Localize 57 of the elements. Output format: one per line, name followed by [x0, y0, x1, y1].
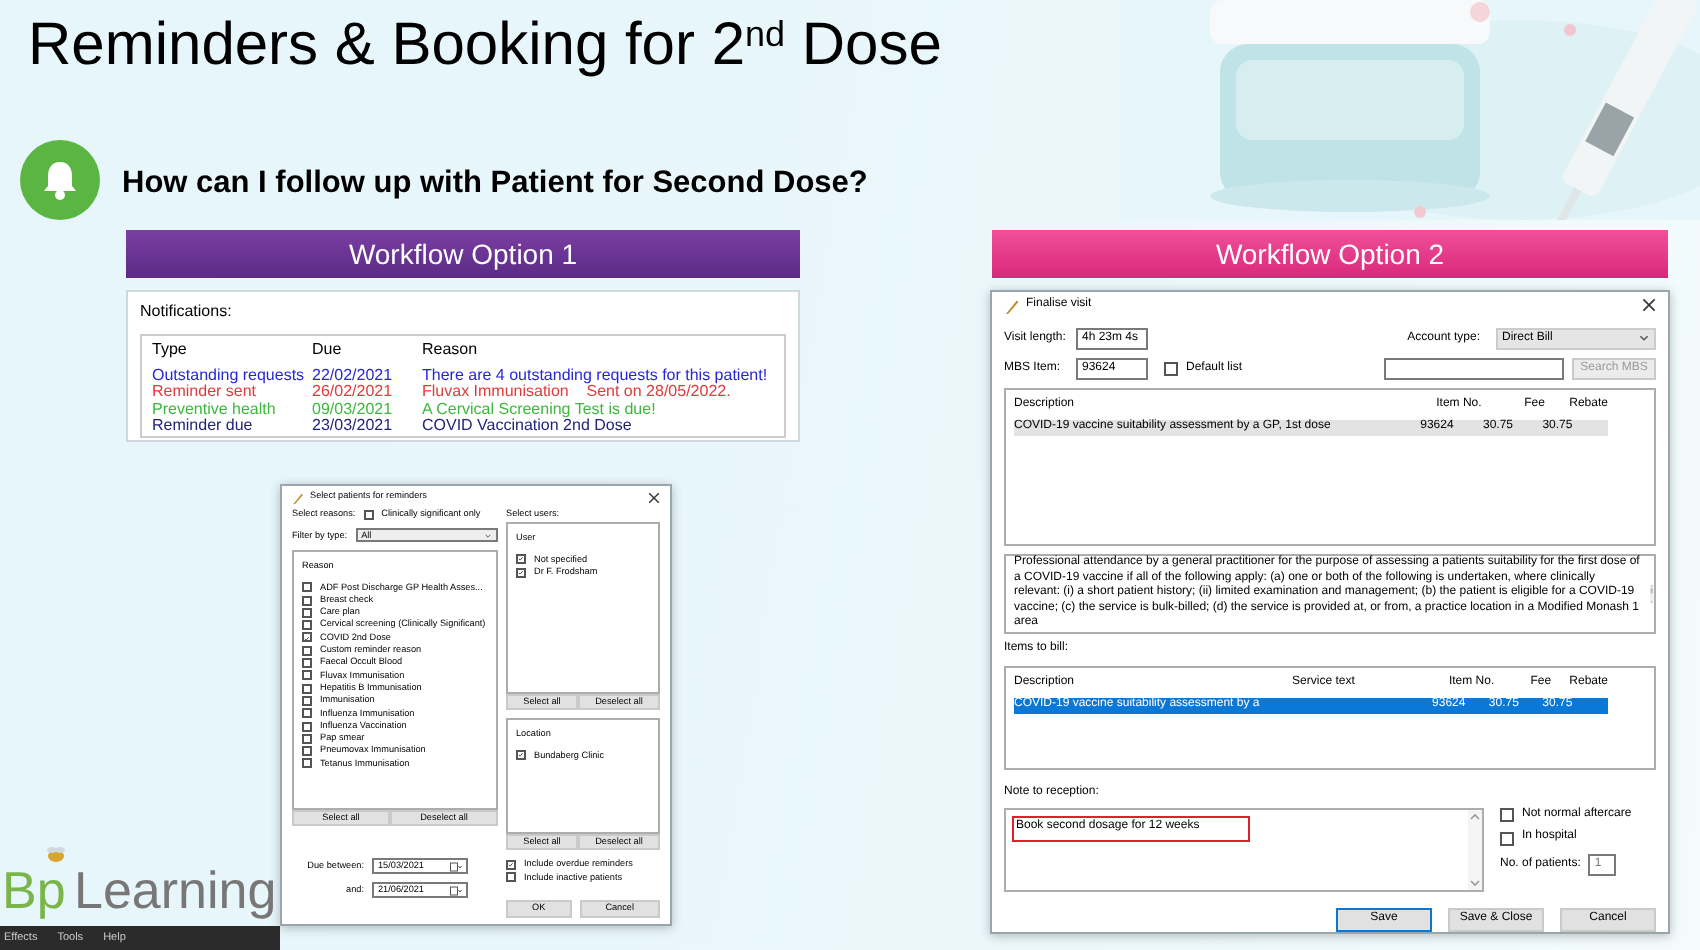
- question-text: How can I follow up with Patient for Second Dose?: [122, 164, 868, 204]
- table-cell-text: 26/02/2021: [312, 384, 395, 402]
- table-cell-text: Reminder due: [152, 418, 255, 436]
- slide-title: Reminders & Booking for 2$^{nd}$ Dose: [28, 10, 942, 82]
- table-cell-text: 09/03/2021: [312, 401, 395, 418]
- checkbox[interactable]: [302, 708, 312, 719]
- search-field[interactable]: [1384, 357, 1564, 380]
- logo-text: Bp: [2, 860, 66, 920]
- column-header: Type: [152, 342, 189, 360]
- column-header: Due: [312, 342, 344, 360]
- pen-icon: [292, 491, 304, 503]
- checkbox[interactable]: [302, 733, 312, 744]
- table-cell-text: Fluvax Immunisation Sent on 28/05/2022.: [422, 384, 731, 402]
- checkbox[interactable]: [363, 509, 374, 520]
- workflow-banner: Workflow Option 2: [992, 230, 1668, 278]
- checkbox[interactable]: [516, 567, 526, 578]
- close-icon[interactable]: [648, 491, 660, 503]
- calendar-icon[interactable]: [450, 885, 462, 896]
- checkbox[interactable]: [1164, 361, 1178, 376]
- caret-icon[interactable]: [1638, 332, 1650, 345]
- table-cell-text: Outstanding requests: [152, 367, 307, 384]
- checkbox[interactable]: [1500, 808, 1514, 823]
- checkbox[interactable]: [302, 658, 312, 669]
- scrollbar[interactable]: [1468, 810, 1482, 890]
- checkbox[interactable]: [302, 746, 312, 757]
- checkbox[interactable]: [302, 607, 312, 618]
- checkbox[interactable]: [302, 632, 312, 643]
- calendar-icon[interactable]: [450, 861, 462, 872]
- table-cell-text: 22/02/2021: [312, 367, 395, 384]
- table-cell-text: There are 4 outstanding requests for this patient!: [422, 367, 770, 384]
- checkbox[interactable]: [1500, 831, 1514, 846]
- checkbox[interactable]: [302, 670, 312, 681]
- checkbox[interactable]: [506, 859, 516, 870]
- checkbox[interactable]: [506, 872, 516, 883]
- checkbox[interactable]: [302, 582, 312, 593]
- checkbox[interactable]: [302, 758, 312, 769]
- checkbox[interactable]: [302, 683, 312, 694]
- panel-label: Notifications:: [140, 300, 234, 324]
- checkbox[interactable]: [302, 645, 312, 656]
- table-cell-text: Preventive health: [152, 401, 278, 418]
- checkbox[interactable]: [302, 595, 312, 606]
- pen-icon: [1004, 297, 1020, 314]
- table-cell-text: 23/03/2021: [312, 418, 395, 436]
- checkbox[interactable]: [302, 620, 312, 631]
- bee-icon: [44, 844, 68, 864]
- checkbox[interactable]: [302, 721, 312, 731]
- column-header: Reason: [422, 342, 480, 360]
- bell-icon: [20, 140, 100, 220]
- checkbox[interactable]: [516, 554, 526, 565]
- checkbox[interactable]: [302, 695, 312, 706]
- table-cell-text: COVID Vaccination 2nd Dose: [422, 418, 634, 436]
- workflow-banner: Workflow Option 1: [126, 230, 800, 278]
- close-icon[interactable]: [1642, 298, 1656, 313]
- checkbox[interactable]: [516, 750, 526, 761]
- table-cell-text: Reminder sent: [152, 384, 257, 402]
- logo-text: Learning: [74, 860, 277, 920]
- table-cell-text: A Cervical Screening Test is due!: [422, 401, 658, 418]
